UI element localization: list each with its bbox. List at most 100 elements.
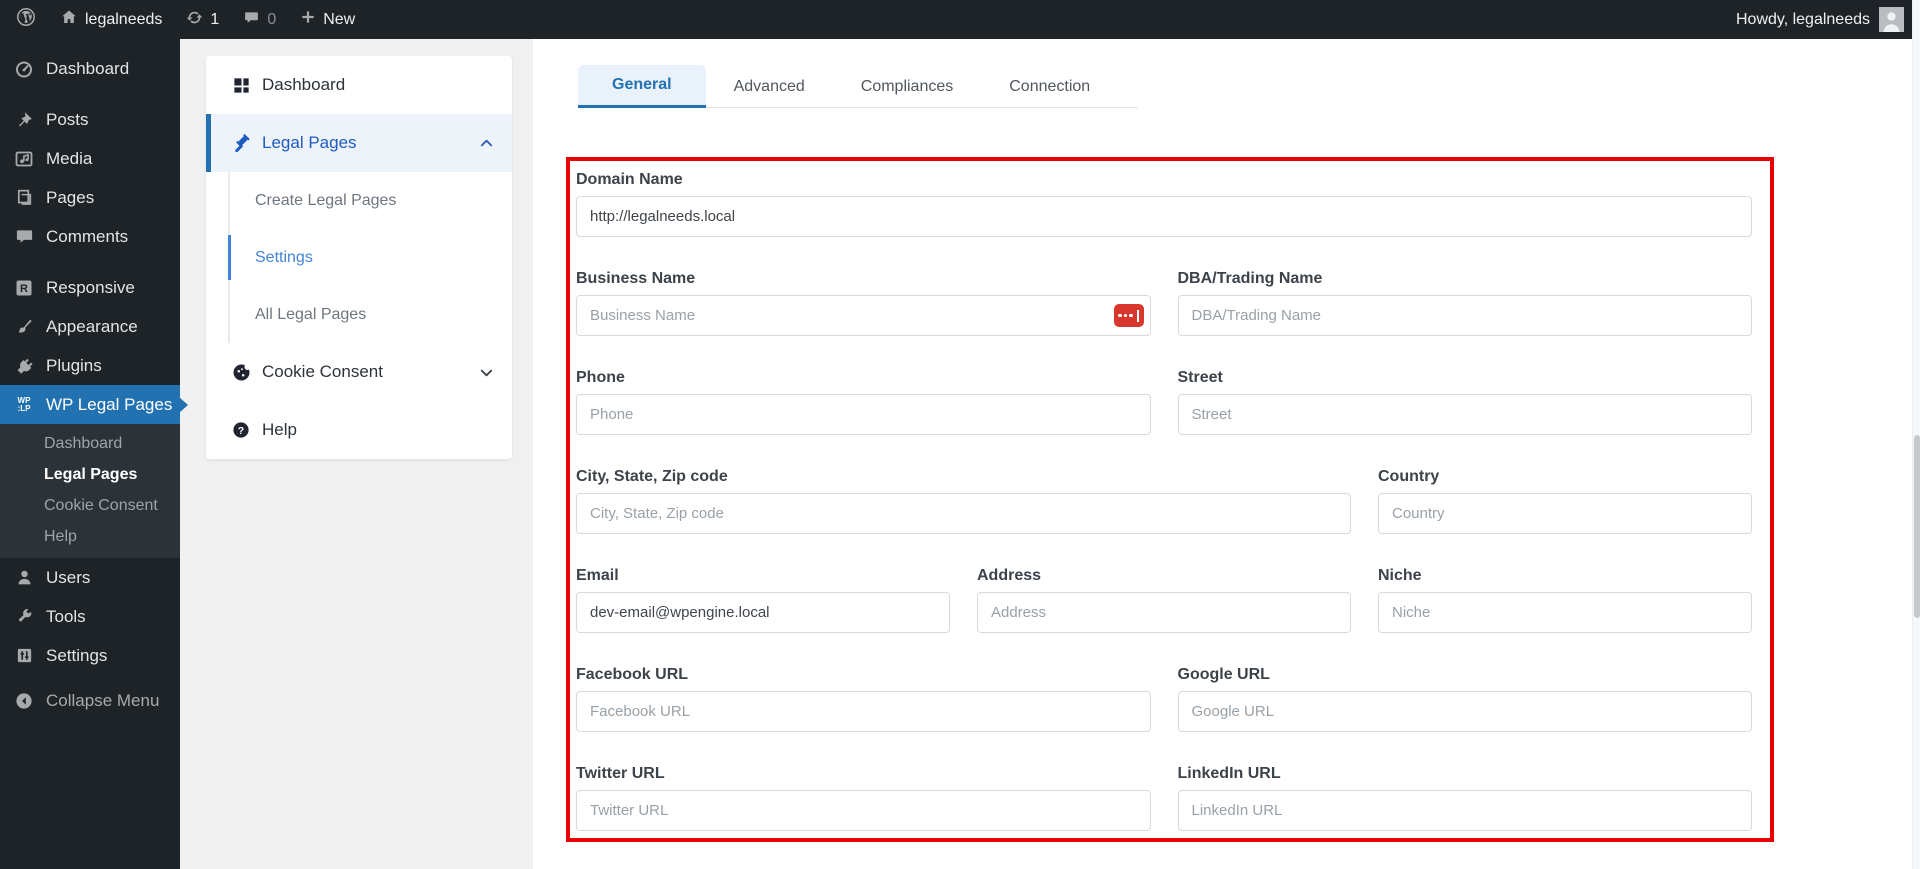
user-icon <box>12 567 36 589</box>
country-input[interactable] <box>1378 493 1752 534</box>
plugin-nav-all-legal-pages[interactable]: All Legal Pages <box>206 286 512 343</box>
comments-link[interactable]: 0 <box>243 9 276 31</box>
niche-label: Niche <box>1378 567 1422 584</box>
grid-icon <box>230 74 252 96</box>
password-manager-autofill-icon[interactable] <box>1113 304 1144 327</box>
niche-input[interactable] <box>1378 592 1752 633</box>
sidebar-item-users[interactable]: Users <box>0 558 180 597</box>
admin-top-bar: legalneeds 1 0 New Howdy, legalneeds <box>0 0 1912 39</box>
email-field: Email <box>576 566 950 633</box>
domain-name-input[interactable] <box>576 196 1752 237</box>
email-label: Email <box>576 567 619 584</box>
twitter-url-input[interactable] <box>576 790 1151 831</box>
site-name-label: legalneeds <box>85 10 163 28</box>
responsive-r-icon: R <box>12 277 36 299</box>
google-url-label: Google URL <box>1177 666 1270 683</box>
sidebar-item-responsive[interactable]: R Responsive <box>0 268 180 307</box>
tab-compliances[interactable]: Compliances <box>833 67 981 107</box>
country-field: Country <box>1378 467 1752 534</box>
sidebar-item-media[interactable]: Media <box>0 139 180 178</box>
comment-icon <box>243 9 260 31</box>
sidebar-item-tools[interactable]: Tools <box>0 597 180 636</box>
collapse-arrow-icon <box>12 690 36 712</box>
wordpress-logo-menu[interactable] <box>16 7 36 32</box>
admin-sidebar: Dashboard Posts Media Pages Comments R R… <box>0 39 188 869</box>
tab-general[interactable]: General <box>578 65 706 108</box>
update-count: 1 <box>210 10 220 28</box>
street-label: Street <box>1177 369 1223 386</box>
plugin-nav-settings[interactable]: Settings <box>206 229 512 286</box>
wrench-icon <box>12 606 36 628</box>
sidebar-item-comments[interactable]: Comments <box>0 217 180 256</box>
sidebar-item-dashboard[interactable]: Dashboard <box>0 49 180 88</box>
plugin-nav-dashboard[interactable]: Dashboard <box>206 56 512 114</box>
plus-icon <box>300 9 316 30</box>
dba-trading-name-label: DBA/Trading Name <box>1177 270 1323 287</box>
comment-bubble-icon <box>12 226 36 248</box>
sidebar-item-settings[interactable]: Settings <box>0 636 180 675</box>
vertical-scrollbar[interactable] <box>1912 0 1920 869</box>
submenu-item-cookie-consent[interactable]: Cookie Consent <box>0 490 180 521</box>
business-name-label: Business Name <box>576 270 696 287</box>
street-input[interactable] <box>1177 394 1752 435</box>
street-field: Street <box>1177 368 1752 435</box>
plugin-nav-create-legal-pages[interactable]: Create Legal Pages <box>206 172 512 229</box>
twitter-url-field: Twitter URL <box>576 764 1151 831</box>
domain-name-field: Domain Name <box>576 170 1752 237</box>
linkedin-url-input[interactable] <box>1177 790 1752 831</box>
wordpress-logo-icon <box>16 7 36 32</box>
sidebar-item-pages[interactable]: Pages <box>0 178 180 217</box>
collapse-menu-button[interactable]: Collapse Menu <box>0 681 180 720</box>
tab-advanced[interactable]: Advanced <box>706 67 833 107</box>
facebook-url-input[interactable] <box>576 691 1151 732</box>
comment-count: 0 <box>267 10 277 28</box>
plug-icon <box>12 355 36 377</box>
sidebar-item-wp-legal-pages[interactable]: WP:LP WP Legal Pages <box>0 385 188 424</box>
wp-legal-pages-logo-icon: WP:LP <box>17 395 31 413</box>
new-content-button[interactable]: New <box>300 9 355 30</box>
business-name-field: Business Name <box>576 269 1151 336</box>
submenu-item-help[interactable]: Help <box>0 521 180 552</box>
update-icon <box>186 9 203 31</box>
paintbrush-icon <box>12 316 36 338</box>
scrollbar-thumb[interactable] <box>1914 435 1920 618</box>
plugin-nav-legal-pages[interactable]: Legal Pages <box>206 114 512 172</box>
tab-connection[interactable]: Connection <box>981 67 1118 107</box>
cookie-icon <box>230 361 252 383</box>
facebook-url-field: Facebook URL <box>576 665 1151 732</box>
phone-input[interactable] <box>576 394 1151 435</box>
plugin-nav-help[interactable]: ? Help <box>206 401 512 459</box>
settings-tabbar: General Advanced Compliances Connection <box>578 65 1139 108</box>
help-icon: ? <box>230 419 252 441</box>
site-name-link[interactable]: legalneeds <box>60 8 162 31</box>
sidebar-item-plugins[interactable]: Plugins <box>0 346 180 385</box>
city-state-zip-input[interactable] <box>576 493 1351 534</box>
sidebar-item-posts[interactable]: Posts <box>0 100 180 139</box>
main-content-panel: General Advanced Compliances Connection … <box>533 39 1912 869</box>
legal-pages-submenu: Create Legal Pages Settings All Legal Pa… <box>206 172 512 343</box>
media-icon <box>12 148 36 170</box>
business-name-input[interactable] <box>576 295 1151 336</box>
google-url-input[interactable] <box>1177 691 1752 732</box>
plugin-nav-cookie-consent[interactable]: Cookie Consent <box>206 343 512 401</box>
sidebar-item-appearance[interactable]: Appearance <box>0 307 180 346</box>
submenu-item-legal-pages[interactable]: Legal Pages <box>0 459 180 490</box>
howdy-account-link[interactable]: Howdy, legalneeds <box>1736 11 1870 29</box>
address-input[interactable] <box>977 592 1351 633</box>
phone-label: Phone <box>576 369 625 386</box>
general-settings-form: Domain Name Business Name DBA/Trading Na… <box>570 161 1770 845</box>
dashboard-gauge-icon <box>12 58 36 80</box>
email-input[interactable] <box>576 592 950 633</box>
wp-legal-pages-submenu: Dashboard Legal Pages Cookie Consent Hel… <box>0 424 180 558</box>
chevron-down-icon <box>479 365 494 380</box>
pushpin-icon <box>12 109 36 131</box>
updates-link[interactable]: 1 <box>186 9 219 31</box>
highlighted-form-region: Domain Name Business Name DBA/Trading Na… <box>566 157 1774 842</box>
address-label: Address <box>977 567 1042 584</box>
settings-sliders-icon <box>12 645 36 667</box>
submenu-item-dashboard[interactable]: Dashboard <box>0 428 180 459</box>
active-menu-arrow <box>179 396 188 413</box>
pages-icon <box>12 187 36 209</box>
dba-trading-name-input[interactable] <box>1177 295 1752 336</box>
user-avatar[interactable] <box>1879 7 1904 32</box>
